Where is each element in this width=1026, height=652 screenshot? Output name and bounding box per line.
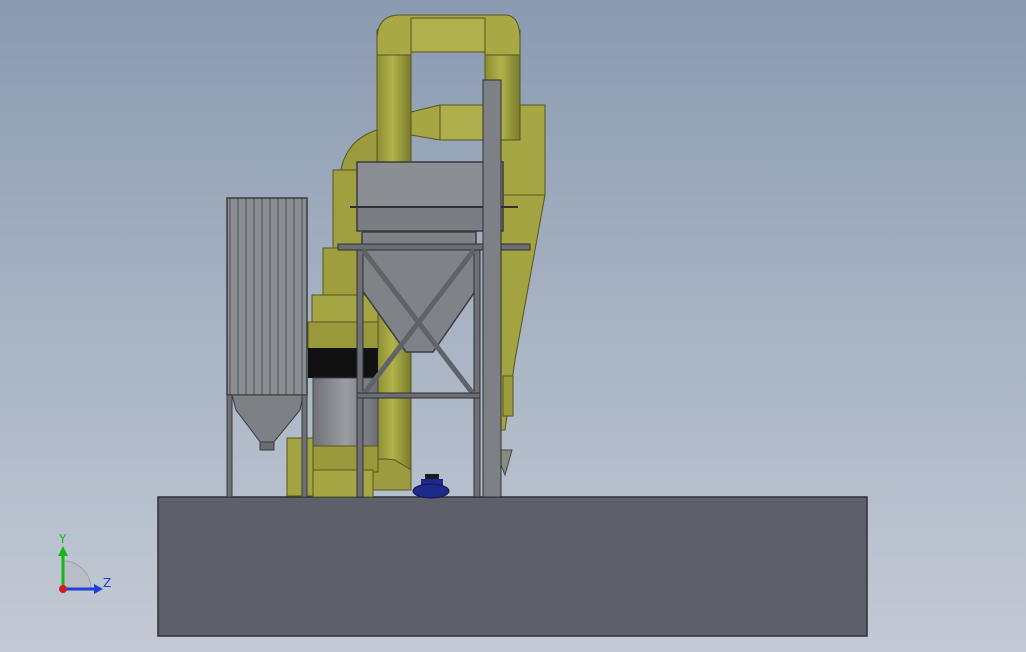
- coordinate-triad: [58, 546, 103, 594]
- y-axis-label: Y: [59, 532, 67, 546]
- cad-graphics-viewport[interactable]: Y Z: [0, 0, 1026, 652]
- x-axis-dot: [59, 585, 67, 593]
- z-axis-label: Z: [103, 576, 112, 590]
